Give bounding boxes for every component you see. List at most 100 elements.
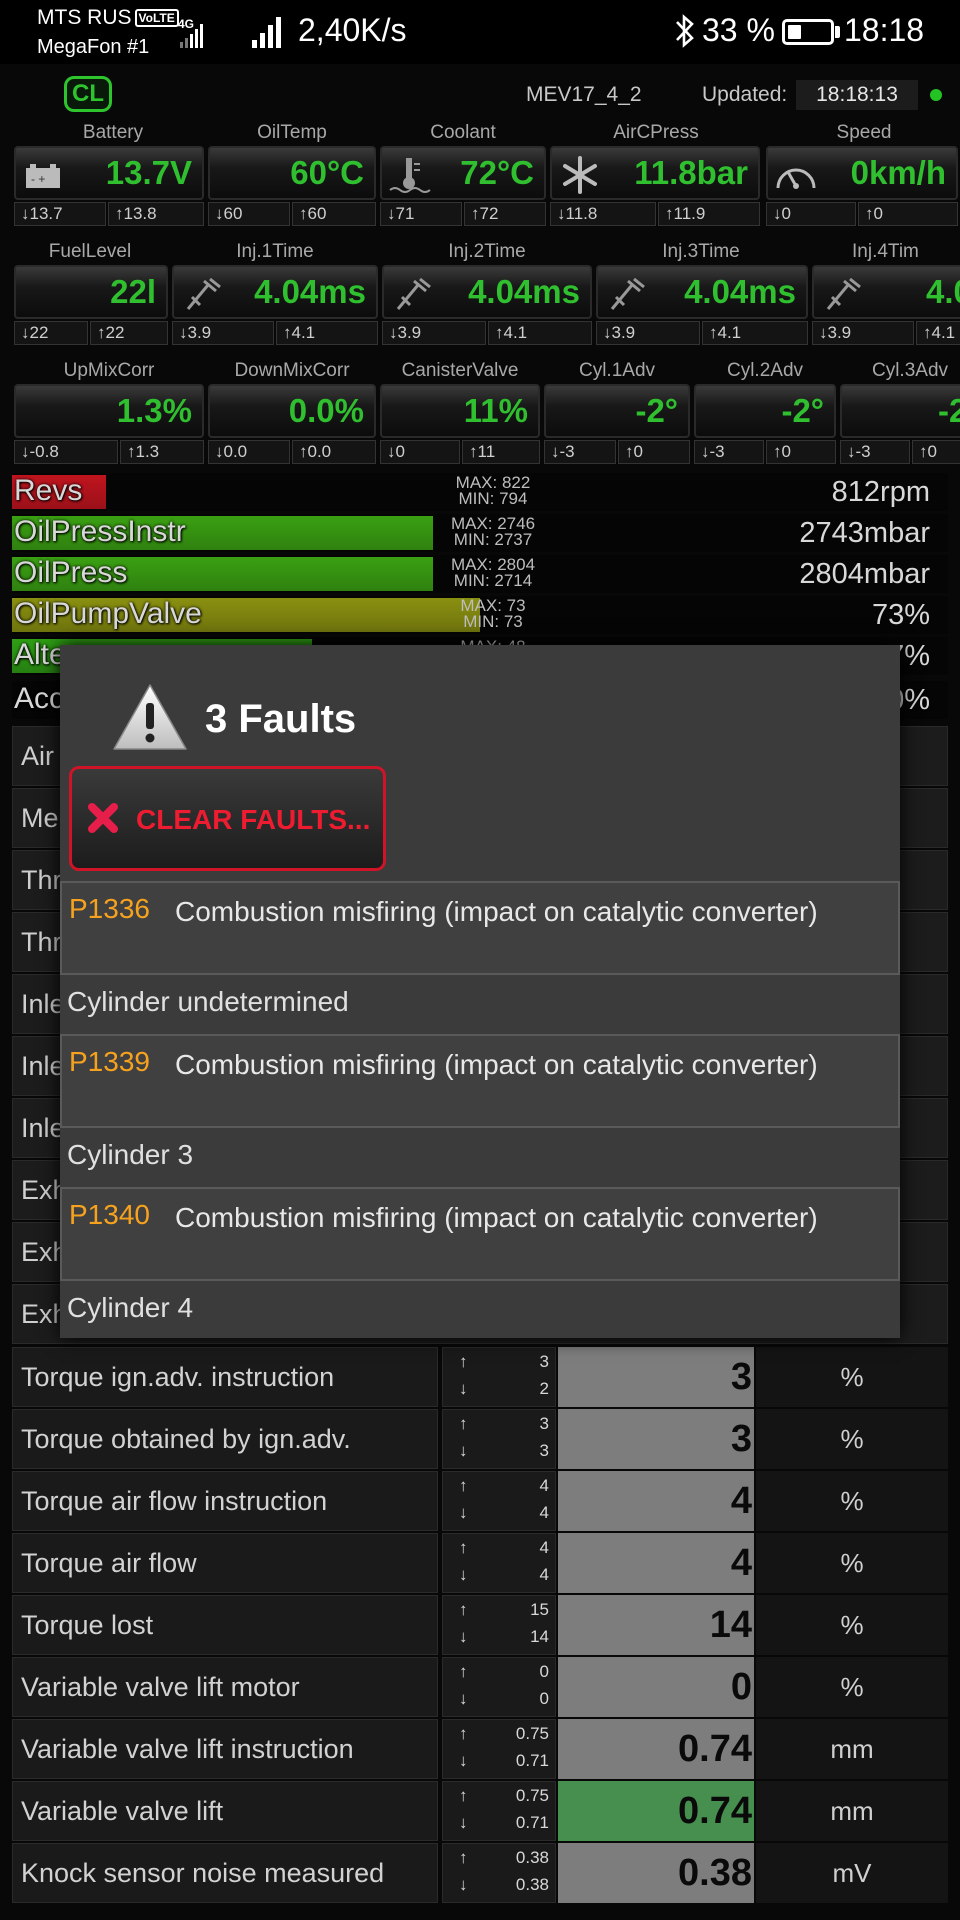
table-row[interactable]: Knock sensor noise measured ↑ ↓ 0.38 0.38 0… <box>12 1843 948 1903</box>
fault-row[interactable]: P1339 Combustion misfiring (impact on ca… <box>60 1034 900 1128</box>
gauge-coolant[interactable]: 72°C <box>380 146 546 200</box>
gauge-max: ↑0 <box>766 440 836 464</box>
table-row[interactable]: Torque ign.adv. instruction ↑ ↓ 3 2 3 % <box>12 1347 948 1407</box>
gauge-downmixcorr[interactable]: 0.0% <box>208 384 376 438</box>
gauge-label: UpMixCorr <box>63 360 155 381</box>
gauge-label: Speed <box>836 122 892 143</box>
bar-oilpressinstr[interactable]: OilPressInstr MAX: 2746 MIN: 2737 2743mba… <box>12 514 948 552</box>
arrow-down-icon: ↓ <box>459 1875 468 1894</box>
svg-text:4G: 4G <box>178 17 194 31</box>
fault-detail: Cylinder 4 <box>67 1292 194 1323</box>
gauge-inj2[interactable]: 4.04ms <box>382 265 592 319</box>
closed-loop-badge[interactable]: CL <box>64 76 112 112</box>
gauge-max: ↑72 <box>464 202 546 226</box>
bar-revs[interactable]: Revs MAX: 822 MIN: 794 812rpm <box>12 473 948 511</box>
gauge-min: ↓3.9 <box>172 321 274 345</box>
clock: 18:18 <box>844 12 925 48</box>
arrow-up-icon: ↑ <box>459 1786 468 1805</box>
arrow-up-icon: ↑ <box>459 1414 468 1433</box>
gauge-min: ↓-3 <box>840 440 910 464</box>
bar-oilpumpvalve[interactable]: OilPumpValve MAX: 73 MIN: 73 73% <box>12 596 948 634</box>
gauge-min: ↓3.9 <box>812 321 914 345</box>
arrow-down-icon: ↓ <box>459 1379 468 1398</box>
bluetooth-icon <box>676 14 694 48</box>
battery-percent: 33 % <box>702 12 775 48</box>
arrow-down-icon: ↓ <box>459 1627 468 1646</box>
gauge-label: CanisterValve <box>401 360 519 381</box>
arrow-up-icon: ↑ <box>459 1724 468 1743</box>
injector-icon <box>396 277 431 310</box>
table-row[interactable]: Variable valve lift instruction ↑ ↓ 0.75 0.… <box>12 1719 948 1779</box>
arrow-up-icon: ↑ <box>459 1662 468 1681</box>
gauge-max: ↑1.3 <box>120 440 204 464</box>
table-row[interactable]: Variable valve lift motor ↑ ↓ 0 0 0 % <box>12 1657 948 1717</box>
gauge-min: ↓60 <box>208 202 290 226</box>
fault-description: Combustion misfiring (impact on catalyti… <box>175 1202 818 1233</box>
fault-row[interactable]: P1336 Combustion misfiring (impact on ca… <box>60 881 900 975</box>
arrow-down-icon: ↓ <box>459 1813 468 1832</box>
gauge-max: ↑60 <box>292 202 376 226</box>
warning-icon <box>113 684 187 750</box>
battery-icon: - + <box>26 164 60 188</box>
table-row[interactable]: Torque lost ↑ ↓ 15 14 14 % <box>12 1595 948 1655</box>
gauge-min: ↓71 <box>380 202 462 226</box>
table-row[interactable]: Torque air flow instruction ↑ ↓ 4 4 4 % <box>12 1471 948 1531</box>
gauge-inj1[interactable]: 4.04ms <box>172 265 378 319</box>
network-speed: 2,40K/s <box>298 12 407 48</box>
volte-badge: VoLTE <box>134 9 179 27</box>
table-row[interactable]: Variable valve lift ↑ ↓ 0.75 0.71 0.74 mm <box>12 1781 948 1841</box>
gauge-cyl2adv[interactable]: -2° <box>694 384 836 438</box>
fault-detail: Cylinder undetermined <box>67 986 349 1017</box>
gauge-fuellevel[interactable]: 22l <box>14 265 168 319</box>
arrow-up-icon: ↑ <box>459 1476 468 1495</box>
speedometer-icon <box>776 168 816 189</box>
gauge-max: ↑0 <box>912 440 960 464</box>
arrow-down-icon: ↓ <box>459 1441 468 1460</box>
gauge-label: Coolant <box>430 122 496 143</box>
faults-dialog: 3 Faults CLEAR FAULTS... P1336 Combustio… <box>60 645 900 1338</box>
gauge-aircpress[interactable]: 11.8bar <box>550 146 760 200</box>
gauge-label: Inj.1Time <box>236 241 314 262</box>
gauge-min: ↓3.9 <box>382 321 486 345</box>
gauge-inj4[interactable]: 4.04 <box>812 265 960 319</box>
gauge-cyl3adv[interactable]: -2 <box>840 384 960 438</box>
table-row[interactable]: Torque obtained by ign.adv. ↑ ↓ 3 3 3 % <box>12 1409 948 1469</box>
gauge-oiltemp[interactable]: 60°C <box>208 146 376 200</box>
fault-row[interactable]: P1340 Combustion misfiring (impact on ca… <box>60 1187 900 1281</box>
arrow-down-icon: ↓ <box>459 1751 468 1770</box>
gauge-min: ↓3.9 <box>596 321 700 345</box>
gauge-canistervalve[interactable]: 11% <box>380 384 540 438</box>
arrow-down-icon: ↓ <box>459 1503 468 1522</box>
gauge-max: ↑11.9 <box>658 202 760 226</box>
fault-detail: Cylinder 3 <box>67 1139 194 1170</box>
clear-faults-label: CLEAR FAULTS... <box>136 804 371 835</box>
gauge-label: OilTemp <box>257 122 327 143</box>
fault-code: P1339 <box>69 1046 150 1077</box>
table-row[interactable]: Torque air flow ↑ ↓ 4 4 4 % <box>12 1533 948 1593</box>
close-icon <box>88 803 118 833</box>
gauge-inj3[interactable]: 4.04ms <box>596 265 808 319</box>
battery-icon <box>782 19 834 45</box>
gauge-upmixcorr[interactable]: 1.3% <box>14 384 204 438</box>
gauge-max: ↑4.1 <box>276 321 378 345</box>
connection-indicator <box>930 89 942 101</box>
clear-faults-button[interactable]: CLEAR FAULTS... <box>69 766 386 871</box>
gauge-max: ↑11 <box>462 440 540 464</box>
gauge-cyl1adv[interactable]: -2° <box>544 384 690 438</box>
dialog-title: 3 Faults <box>205 697 357 741</box>
gauge-min: ↓0.0 <box>208 440 290 464</box>
gauge-label: Cyl.3Adv <box>871 360 949 381</box>
gauge-min: ↓13.7 <box>14 202 106 226</box>
fault-code: P1336 <box>69 893 150 924</box>
gauge-max: ↑4.1 <box>916 321 960 345</box>
arrow-up-icon: ↑ <box>459 1600 468 1619</box>
updated-label: Updated: <box>702 83 788 106</box>
signal-4g-icon: 4G <box>178 17 203 48</box>
bar-oilpress[interactable]: OilPress MAX: 2804 MIN: 2714 2804mbar <box>12 555 948 593</box>
gauge-speed[interactable]: 0km/h <box>766 146 958 200</box>
app-screen: { "status_bar": { "carrier_line1": "MTS … <box>0 0 960 1920</box>
carrier-name-secondary: MegaFon #1 <box>37 36 150 58</box>
gauge-max: ↑0.0 <box>292 440 376 464</box>
gauge-label: FuelLevel <box>48 241 132 262</box>
gauge-battery[interactable]: - + 13.7V <box>14 146 204 200</box>
